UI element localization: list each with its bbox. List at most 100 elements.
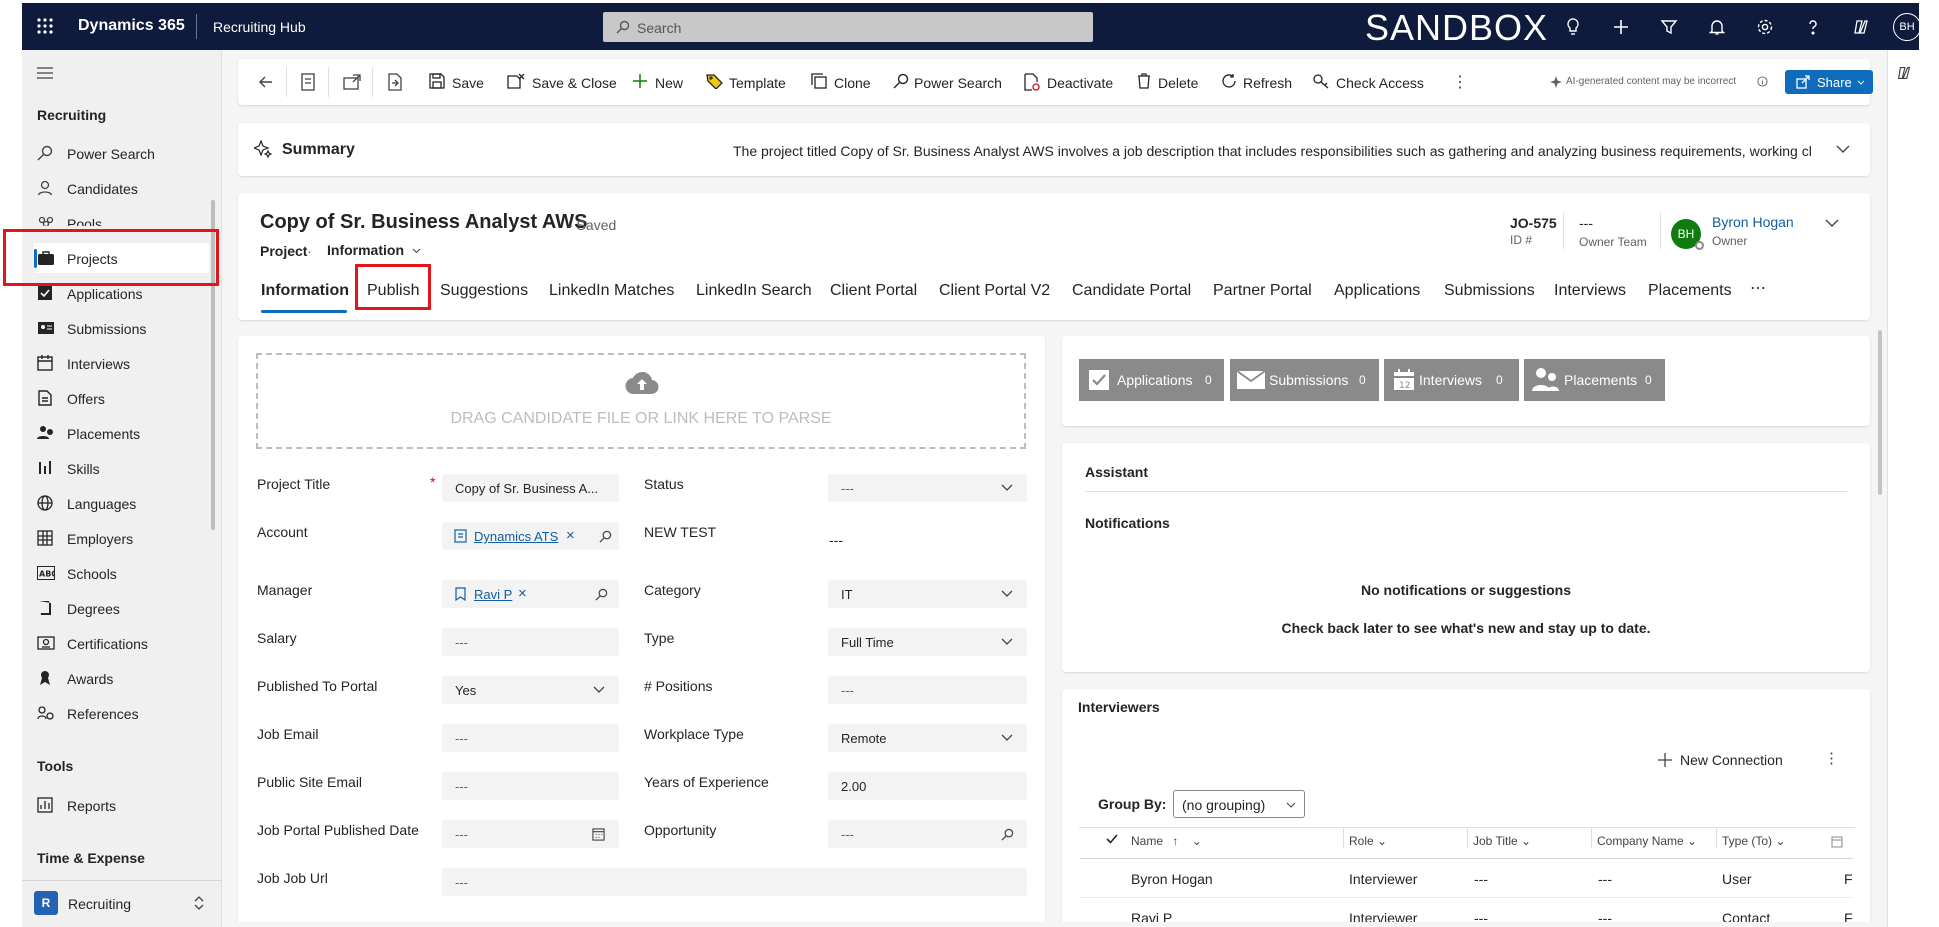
tab-information[interactable]: Information — [261, 282, 349, 300]
job-portal-published-date-label: Job Portal Published Date — [257, 822, 419, 838]
manager-lookup[interactable]: Ravi P × — [442, 580, 619, 608]
job-url-input[interactable]: --- — [442, 868, 1027, 896]
stat-interviews-button[interactable]: 12 Interviews 0 — [1384, 359, 1519, 401]
tab-candidate-portal[interactable]: Candidate Portal — [1072, 282, 1191, 300]
nav-item-pools[interactable]: Pools — [34, 208, 209, 226]
published-to-portal-select[interactable]: Yes — [442, 676, 619, 704]
nav-item-power-search[interactable]: Power Search — [34, 138, 209, 168]
tab-applications[interactable]: Applications — [1334, 282, 1420, 300]
info-icon[interactable] — [1757, 76, 1768, 87]
main-scrollbar[interactable] — [1878, 330, 1882, 495]
nav-item-submissions[interactable]: Submissions — [34, 313, 209, 343]
tab-submissions[interactable]: Submissions — [1444, 282, 1535, 300]
nav-item-awards[interactable]: Awards — [34, 663, 209, 693]
nav-item-interviews[interactable]: Interviews — [34, 348, 209, 378]
column-header-job-title[interactable]: Job Title ⌄ — [1473, 834, 1531, 848]
public-site-email-input[interactable]: --- — [442, 772, 619, 800]
stat-applications-button[interactable]: Applications 0 — [1079, 359, 1224, 401]
salary-input[interactable]: --- — [442, 628, 619, 656]
remove-icon[interactable]: × — [566, 527, 575, 544]
account-lookup[interactable]: Dynamics ATS × — [442, 522, 619, 550]
positions-input[interactable]: --- — [828, 676, 1027, 704]
search-icon[interactable] — [599, 530, 612, 543]
table-row[interactable]: Byron Hogan Interviewer --- --- User F — [1080, 859, 1853, 897]
power-search-label: Power Search — [914, 75, 1002, 91]
chevron-down-icon[interactable] — [1825, 219, 1839, 228]
more-options-icon[interactable]: ⋮ — [1824, 749, 1839, 767]
more-commands-icon[interactable]: ⋮ — [1452, 72, 1468, 92]
app-name[interactable]: Dynamics 365 — [78, 17, 185, 35]
project-title-input[interactable]: Copy of Sr. Business A... — [442, 474, 619, 502]
open-new-window-icon[interactable] — [343, 74, 361, 90]
column-header-name[interactable]: Name ↑ ⌄ — [1131, 834, 1202, 848]
job-email-input[interactable]: --- — [442, 724, 619, 752]
type-select[interactable]: Full Time — [828, 628, 1027, 656]
bell-icon[interactable] — [1707, 17, 1727, 37]
tab-client-portal[interactable]: Client Portal — [830, 282, 917, 300]
nav-item-skills[interactable]: Skills — [34, 453, 209, 483]
column-header-role[interactable]: Role ⌄ — [1349, 834, 1387, 848]
account-value-link[interactable]: Dynamics ATS — [474, 529, 558, 544]
help-icon[interactable] — [1803, 17, 1823, 37]
nav-item-offers[interactable]: Offers — [34, 383, 209, 413]
status-select[interactable]: --- — [828, 474, 1027, 502]
filter-icon[interactable] — [1659, 17, 1679, 37]
nav-item-candidates[interactable]: Candidates — [34, 173, 209, 203]
column-header-company-name[interactable]: Company Name ⌄ — [1597, 834, 1697, 848]
stat-label: Interviews — [1419, 372, 1483, 388]
stat-placements-button[interactable]: Placements 0 — [1524, 359, 1665, 401]
nav-item-reports[interactable]: Reports — [34, 790, 209, 820]
tab-placements[interactable]: Placements — [1648, 282, 1732, 300]
form-selector[interactable]: Information — [327, 242, 421, 258]
share-button[interactable]: Share — [1785, 70, 1873, 94]
user-avatar[interactable]: BH — [1893, 13, 1921, 41]
column-header-type[interactable]: Type (To) ⌄ — [1722, 834, 1785, 848]
nav-item-references[interactable]: References — [34, 698, 209, 728]
opportunity-lookup[interactable]: --- — [828, 820, 1027, 848]
tab-suggestions[interactable]: Suggestions — [440, 282, 528, 300]
tab-partner-portal[interactable]: Partner Portal — [1213, 282, 1312, 300]
search-icon[interactable] — [1001, 828, 1014, 841]
tab-linkedin-search[interactable]: LinkedIn Search — [696, 282, 812, 300]
column-options-icon[interactable] — [1831, 836, 1843, 848]
nav-item-employers[interactable]: Employers — [34, 523, 209, 553]
years-of-experience-input[interactable]: 2.00 — [828, 772, 1027, 800]
remove-icon[interactable]: × — [518, 585, 527, 602]
chevron-down-icon[interactable] — [1836, 145, 1850, 154]
tab-interviews[interactable]: Interviews — [1554, 282, 1626, 300]
app-launcher-icon[interactable] — [36, 17, 54, 35]
workplace-type-select[interactable]: Remote — [828, 724, 1027, 752]
calendar-icon[interactable] — [592, 828, 605, 841]
nav-item-certifications[interactable]: Certifications — [34, 628, 209, 658]
copilot-icon[interactable] — [1851, 17, 1871, 37]
nav-item-placements[interactable]: Placements — [34, 418, 209, 448]
nav-item-languages[interactable]: Languages — [34, 488, 209, 518]
job-portal-published-date-input[interactable]: --- — [442, 820, 619, 848]
process-icon[interactable] — [387, 73, 403, 91]
tab-linkedin-matches[interactable]: LinkedIn Matches — [549, 282, 674, 300]
search-icon[interactable] — [595, 588, 608, 601]
back-arrow-icon[interactable] — [258, 74, 274, 90]
gear-icon[interactable] — [1755, 17, 1775, 37]
select-all-checkmark-icon[interactable] — [1106, 834, 1118, 844]
copilot-icon[interactable] — [1895, 64, 1913, 82]
table-row[interactable]: Ravi P Interviewer --- --- Contact F — [1080, 898, 1853, 922]
stat-submissions-button[interactable]: Submissions 0 — [1230, 359, 1379, 401]
hamburger-icon[interactable] — [37, 67, 53, 79]
summary-card[interactable]: Summary The project titled Copy of Sr. B… — [238, 123, 1870, 176]
area-switcher[interactable]: R Recruiting — [22, 880, 222, 927]
file-drop-zone[interactable]: DRAG CANDIDATE FILE OR LINK HERE TO PARS… — [256, 353, 1026, 449]
tab-client-portal-v2[interactable]: Client Portal V2 — [939, 282, 1050, 300]
tab-overflow-icon[interactable]: ⋯ — [1750, 278, 1766, 298]
nav-item-degrees[interactable]: Degrees — [34, 593, 209, 623]
form-icon[interactable] — [301, 73, 315, 91]
group-by-select[interactable]: (no grouping) — [1173, 790, 1305, 818]
category-select[interactable]: IT — [828, 580, 1027, 608]
plus-icon[interactable] — [1611, 17, 1631, 37]
lightbulb-icon[interactable] — [1563, 17, 1583, 37]
manager-value-link[interactable]: Ravi P — [474, 587, 512, 602]
owner-name-link[interactable]: Byron Hogan — [1712, 214, 1794, 230]
global-search-input[interactable]: Search — [603, 12, 1093, 42]
nav-item-schools[interactable]: ABC Schools — [34, 558, 209, 588]
hub-name[interactable]: Recruiting Hub — [213, 19, 306, 35]
